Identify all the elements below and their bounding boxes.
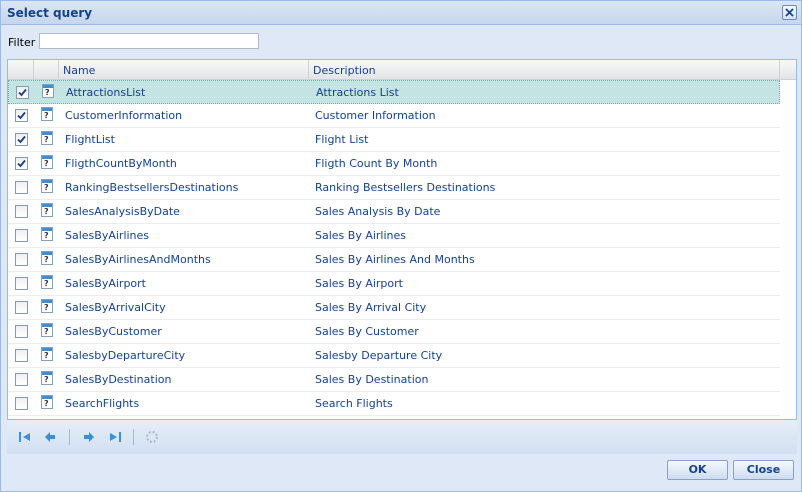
query-icon: ? [41,371,53,385]
row-checkbox[interactable] [15,253,28,266]
query-icon: ? [41,203,53,217]
query-name: SalesbyDepartureCity [65,349,186,362]
row-checkbox[interactable] [15,205,28,218]
query-name: SalesByAirlinesAndMonths [65,253,211,266]
table-row[interactable]: ? SalesByArrivalCity Sales By Arrival City [8,296,780,320]
query-name: AttractionsList [66,86,146,99]
query-name: FlightList [65,133,115,146]
close-button[interactable]: Close [733,460,794,480]
query-name: SalesByArrivalCity [65,301,166,314]
query-icon: ? [41,347,53,361]
pager-toolbar [7,419,797,454]
query-icon: ? [41,131,53,145]
row-checkbox[interactable] [15,181,28,194]
query-description: Salesby Departure City [315,349,443,362]
refresh-icon[interactable] [144,429,160,445]
table-row[interactable]: ? SalesByDestination Sales By Destination [8,368,780,392]
table-row[interactable]: ? SalesbyDepartureCity Salesby Departure C… [8,344,780,368]
row-checkbox[interactable] [15,349,28,362]
pager-separator [69,429,70,445]
checkbox-column-header[interactable] [8,60,34,80]
row-checkbox[interactable] [15,277,28,290]
filter-label: Filter [8,36,36,49]
next-page-icon[interactable] [80,429,96,445]
query-description: Sales By Airlines [315,229,407,242]
row-checkbox[interactable] [16,86,29,99]
query-name: SalesByAirport [65,277,146,290]
grid-header: Name Description [8,60,796,80]
row-checkbox[interactable] [15,325,28,338]
icon-column-header[interactable] [34,60,59,80]
query-description: Flight List [315,133,369,146]
dialog-titlebar[interactable]: Select query [1,1,801,25]
query-description: Sales By Airlines And Months [315,253,475,266]
name-column-header[interactable]: Name [59,60,309,80]
query-icon: ? [41,179,53,193]
table-row[interactable]: ? SalesByAirport Sales By Airport [8,272,780,296]
query-name: RankingBestsellersDestinations [65,181,239,194]
row-checkbox[interactable] [15,373,28,386]
grid-rows: ? AttractionsList Attractions List? Custome… [8,80,780,416]
row-checkbox[interactable] [15,301,28,314]
query-icon: ? [41,299,53,313]
query-description: Search Flights [315,397,393,410]
filter-input[interactable] [39,33,259,49]
query-name: SalesByDestination [65,373,172,386]
query-icon: ? [41,251,53,265]
close-icon[interactable] [782,5,797,20]
query-name: SalesByAirlines [65,229,150,242]
ok-button[interactable]: OK [667,460,728,480]
query-description: Sales Analysis By Date [315,205,441,218]
query-description: Sales By Destination [315,373,429,386]
query-name: SearchFlights [65,397,140,410]
dialog-title: Select query [7,6,93,20]
table-row[interactable]: ? FlightList Flight List [8,128,780,152]
query-icon: ? [41,395,53,409]
pager-separator [133,429,134,445]
query-icon: ? [41,107,53,121]
last-page-icon[interactable] [107,429,123,445]
row-checkbox[interactable] [15,157,28,170]
query-icon: ? [41,227,53,241]
query-description: Customer Information [315,109,436,122]
row-checkbox[interactable] [15,229,28,242]
table-row[interactable]: ? SalesByAirlines Sales By Airlines [8,224,780,248]
table-row[interactable]: ? CustomerInformation Customer Information [8,104,780,128]
query-icon: ? [41,275,53,289]
table-row[interactable]: ? SearchFlights Search Flights [8,392,780,416]
query-name: CustomerInformation [65,109,183,122]
table-row[interactable]: ? FligthCountByMonth Fligth Count By Month [8,152,780,176]
table-row[interactable]: ? SalesByAirlinesAndMonths Sales By Airlin… [8,248,780,272]
prev-page-icon[interactable] [43,429,59,445]
query-name: SalesByCustomer [65,325,162,338]
table-row[interactable]: ? RankingBestsellersDestinations Ranking B… [8,176,780,200]
first-page-icon[interactable] [17,429,33,445]
table-row[interactable]: ? SalesAnalysisByDate Sales Analysis By Da… [8,200,780,224]
query-icon: ? [41,155,53,169]
query-grid: Name Description ? AttractionsList Attract… [7,59,797,454]
query-icon: ? [41,323,53,337]
table-row[interactable]: ? SalesByCustomer Sales By Customer [8,320,780,344]
query-description: Fligth Count By Month [315,157,438,170]
table-row[interactable]: ? AttractionsList Attractions List [8,80,780,104]
query-name: SalesAnalysisByDate [65,205,180,218]
row-checkbox[interactable] [15,397,28,410]
query-description: Sales By Customer [315,325,419,338]
query-description: Attractions List [316,86,399,99]
query-icon: ? [42,84,54,98]
query-name: FligthCountByMonth [65,157,177,170]
query-description: Ranking Bestsellers Destinations [315,181,496,194]
select-query-dialog: Select query Filter Name Description ? At… [0,0,802,492]
row-checkbox[interactable] [15,109,28,122]
query-description: Sales By Airport [315,277,403,290]
description-column-header[interactable]: Description [309,60,780,80]
row-checkbox[interactable] [15,133,28,146]
query-description: Sales By Arrival City [315,301,427,314]
